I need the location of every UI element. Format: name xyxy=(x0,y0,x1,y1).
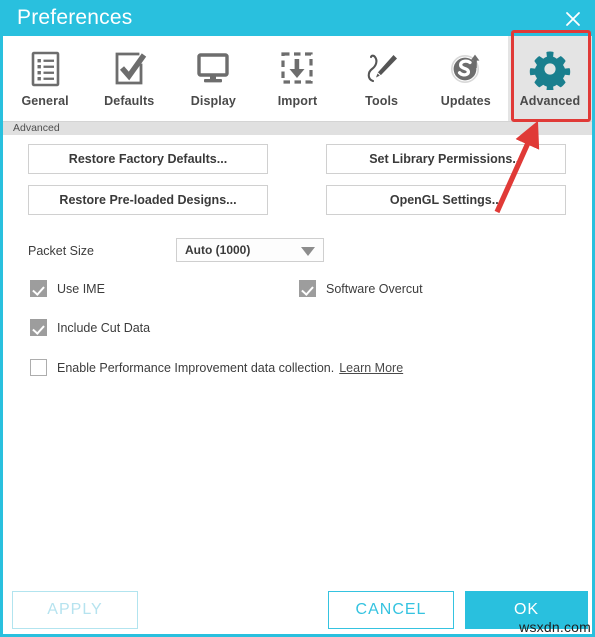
dialog-footer: APPLY CANCEL OK xyxy=(3,583,592,634)
checkbox-label: Software Overcut xyxy=(326,281,423,296)
apply-button[interactable]: APPLY xyxy=(12,591,138,629)
page-title: Preferences xyxy=(17,6,133,29)
close-icon[interactable] xyxy=(561,8,585,30)
use-ime-checkbox[interactable]: Use IME xyxy=(30,280,105,297)
breadcrumb: Advanced xyxy=(3,121,592,135)
checkbox-box[interactable] xyxy=(30,319,47,336)
tab-defaults[interactable]: Defaults xyxy=(87,36,171,121)
software-overcut-checkbox[interactable]: Software Overcut xyxy=(299,280,423,297)
watermark: wsxdn.com xyxy=(519,619,591,635)
pencil-curve-icon xyxy=(361,46,403,92)
checkbox-label: Enable Performance Improvement data coll… xyxy=(57,360,335,375)
tab-label: Tools xyxy=(365,94,399,108)
tab-advanced[interactable]: Advanced xyxy=(507,36,592,121)
tab-label: Updates xyxy=(440,94,491,108)
tab-label: General xyxy=(21,94,69,108)
packet-size-dropdown[interactable]: Auto (1000) xyxy=(176,238,324,262)
tab-label: Display xyxy=(190,94,236,108)
tab-label: Defaults xyxy=(104,94,155,108)
include-cut-data-checkbox[interactable]: Include Cut Data xyxy=(30,319,150,336)
gear-icon xyxy=(529,46,571,92)
packet-size-label: Packet Size xyxy=(28,244,95,258)
monitor-icon xyxy=(192,46,234,92)
restore-preloaded-designs-button[interactable]: Restore Pre-loaded Designs... xyxy=(28,185,268,215)
tab-label: Import xyxy=(277,94,318,108)
checkbox-box[interactable] xyxy=(30,280,47,297)
tab-display[interactable]: Display xyxy=(171,36,255,121)
opengl-settings-button[interactable]: OpenGL Settings... xyxy=(326,185,566,215)
tab-import[interactable]: Import xyxy=(255,36,339,121)
tab-tools[interactable]: Tools xyxy=(340,36,424,121)
enable-performance-improvement-checkbox[interactable]: Enable Performance Improvement data coll… xyxy=(30,359,403,376)
checkbox-box[interactable] xyxy=(299,280,316,297)
checkbox-label: Include Cut Data xyxy=(57,320,151,335)
advanced-settings-panel: Restore Factory Defaults... Restore Pre-… xyxy=(3,135,592,583)
breadcrumb-label: Advanced xyxy=(13,122,60,134)
packet-size-value: Auto (1000) xyxy=(185,243,251,257)
chevron-down-icon xyxy=(301,247,315,256)
learn-more-link[interactable]: Learn More xyxy=(339,361,403,375)
import-download-icon xyxy=(276,46,318,92)
list-document-icon xyxy=(24,46,66,92)
tab-updates[interactable]: Updates xyxy=(424,36,508,121)
preferences-tabbar: General Defaults Display Import Tools Up… xyxy=(3,36,592,121)
tab-label: Advanced xyxy=(519,94,581,108)
checkbox-label: Use IME xyxy=(57,281,105,296)
restore-factory-defaults-button[interactable]: Restore Factory Defaults... xyxy=(28,144,268,174)
preferences-dialog: Preferences General Defaults Display Imp… xyxy=(0,0,595,637)
checkbox-check-icon xyxy=(108,46,150,92)
tab-general[interactable]: General xyxy=(3,36,87,121)
title-bar: Preferences xyxy=(3,0,592,36)
silhouette-update-icon xyxy=(445,46,487,92)
cancel-button[interactable]: CANCEL xyxy=(328,591,454,629)
set-library-permissions-button[interactable]: Set Library Permissions... xyxy=(326,144,566,174)
checkbox-box[interactable] xyxy=(30,359,47,376)
